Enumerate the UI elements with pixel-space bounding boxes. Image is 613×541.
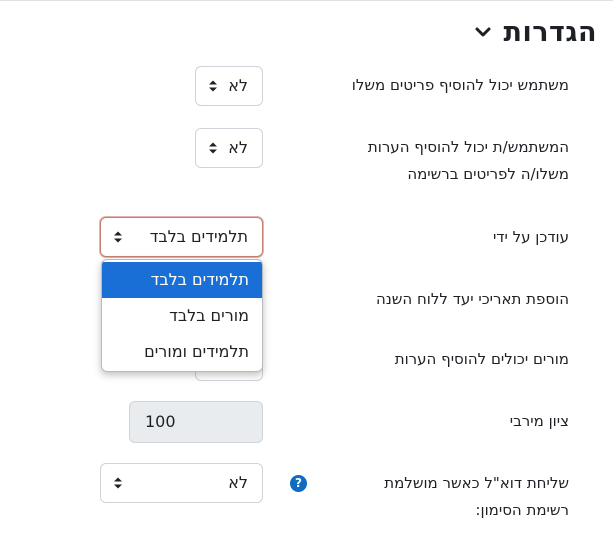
select-arrows-icon — [114, 231, 122, 243]
top-divider — [0, 0, 613, 1]
field-label-add-own-items: משתמש יכול להוסיף פריטים משלו — [351, 76, 569, 94]
email-on-complete-select[interactable]: לא — [100, 463, 263, 503]
dropdown-option-students-only[interactable]: תלמידים בלבד — [102, 262, 262, 298]
max-grade-input[interactable]: 100 — [129, 401, 263, 443]
field-label-line: רשימת הסימון: — [475, 501, 569, 519]
add-comments-select[interactable]: לא — [195, 128, 263, 168]
chevron-down-icon[interactable] — [474, 23, 492, 41]
select-arrows-icon — [209, 80, 217, 92]
field-label-max-grade: ציון מירבי — [509, 412, 569, 430]
question-circle-icon[interactable]: ? — [290, 475, 307, 492]
section-title: הגדרות — [503, 16, 597, 48]
max-grade-value: 100 — [145, 412, 176, 431]
field-label-teacher-comments: מורים יכולים להוסיף הערות — [394, 350, 569, 368]
field-label-updated-by: עודכן על ידי — [492, 228, 569, 246]
updated-by-select[interactable]: תלמידים בלבד — [100, 217, 263, 257]
updated-by-value: תלמידים בלבד — [149, 227, 248, 246]
dropdown-option-teachers-only[interactable]: מורים בלבד — [102, 298, 262, 334]
field-label-add-due-dates: הוספת תאריכי יעד ללוח השנה — [375, 290, 569, 308]
add-comments-value: לא — [228, 138, 248, 157]
field-label-line: המשתמש/ת יכול להוסיף הערות — [367, 138, 569, 156]
field-label-add-comments: המשתמש/ת יכול להוסיף הערות משלו/ה לפריטי… — [368, 134, 569, 188]
field-label-line: משלו/ה לפריטים ברשימה — [407, 165, 569, 183]
select-arrows-icon — [114, 477, 122, 489]
section-header[interactable]: הגדרות — [474, 14, 597, 50]
field-label-line: שליחת דוא"ל כאשר מושלמת — [384, 474, 569, 492]
email-on-complete-value: לא — [228, 473, 248, 492]
dropdown-option-students-and-teachers[interactable]: תלמידים ומורים — [102, 334, 262, 370]
field-label-email-on-complete: שליחת דוא"ל כאשר מושלמת רשימת הסימון: — [384, 470, 569, 524]
add-own-items-select[interactable]: לא — [195, 66, 263, 106]
select-arrows-icon — [209, 142, 217, 154]
updated-by-dropdown-menu: תלמידים בלבד מורים בלבד תלמידים ומורים — [101, 259, 263, 372]
add-own-items-value: לא — [228, 76, 248, 95]
